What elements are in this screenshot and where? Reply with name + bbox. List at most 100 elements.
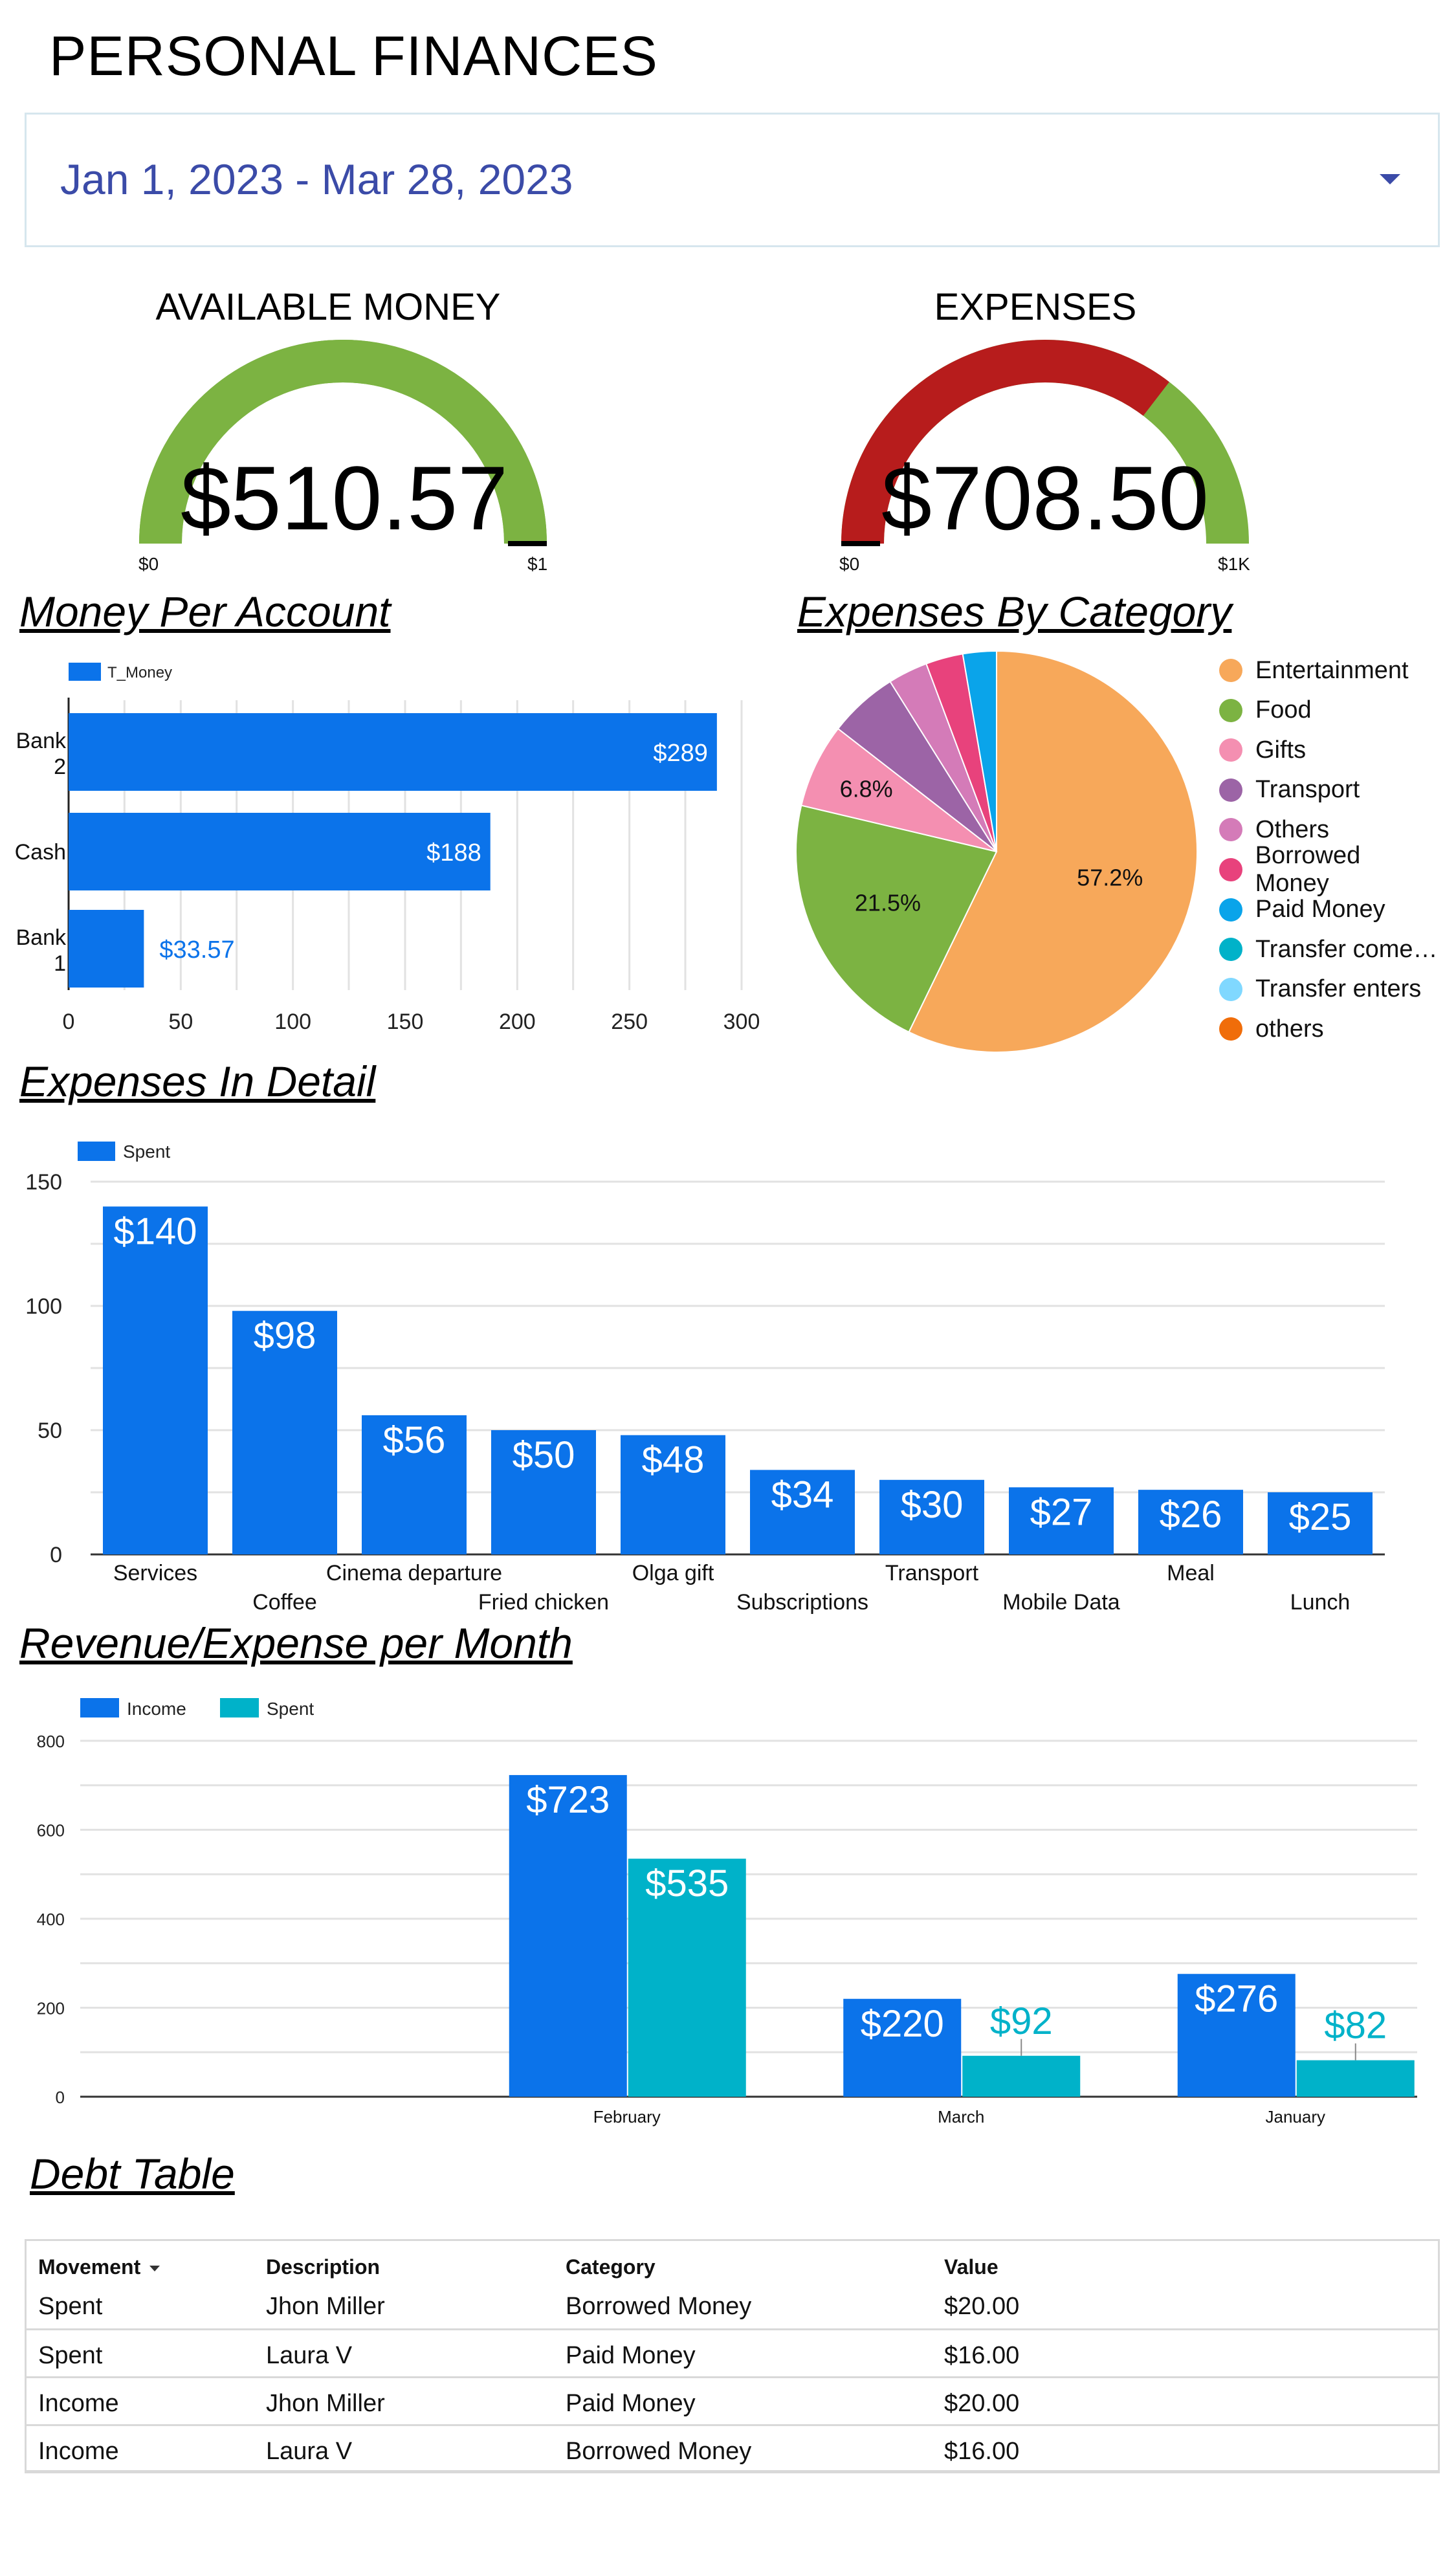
legend-label: Borrowed Money <box>1255 842 1361 897</box>
data-label: $27 <box>1030 1491 1093 1533</box>
legend-dot <box>1219 858 1242 881</box>
cell-category: Borrowed Money <box>566 2293 752 2320</box>
legend-dot <box>1219 977 1242 1001</box>
data-label: $82 <box>1324 2005 1387 2047</box>
x-tick-label: Transport <box>885 1561 979 1585</box>
category-label: Bank 2 <box>16 729 67 779</box>
expenses-by-category-title: Expenses By Category <box>797 588 1232 635</box>
cell-movement: Income <box>38 2390 119 2417</box>
expenses-max: $1K <box>1218 554 1250 574</box>
legend-swatch-spent <box>78 1142 115 1161</box>
legend-label-spent: Spent <box>267 1699 314 1719</box>
cell-value: $20.00 <box>944 2390 1020 2417</box>
cell-description: Laura V <box>266 2438 353 2465</box>
x-tick-label: 0 <box>63 1010 75 1034</box>
bar <box>69 713 717 791</box>
legend-label: Food <box>1255 696 1312 724</box>
expenses-min: $0 <box>839 554 860 574</box>
legend-item[interactable]: Paid Money <box>1219 894 1385 925</box>
cell-description: Laura V <box>266 2342 353 2369</box>
legend-item[interactable]: Transfer enters <box>1219 974 1421 1005</box>
pie-legend: Entertainment Food Gifts Transport Others Bor… <box>1219 655 1439 1043</box>
legend-item[interactable]: Gifts <box>1219 734 1306 766</box>
available-money-title: AVAILABLE MONEY <box>155 286 501 328</box>
expenses-by-category-chart: 57.2% 21.5% 6.8% <box>795 650 1198 1053</box>
cell-value: $16.00 <box>944 2438 1020 2465</box>
bar-spent <box>1296 2060 1415 2097</box>
y-tick-label: 150 <box>25 1170 62 1195</box>
dropdown-caret-icon <box>1380 174 1400 184</box>
cell-movement: Spent <box>38 2293 103 2320</box>
x-tick-label: 150 <box>387 1010 424 1034</box>
x-tick-label: Meal <box>1167 1561 1215 1585</box>
data-label: $723 <box>526 1779 610 1821</box>
legend-label: Paid Money <box>1255 896 1385 923</box>
x-tick-label: Olga gift <box>632 1561 714 1585</box>
data-label: $140 <box>113 1210 197 1252</box>
header-category[interactable]: Category <box>566 2255 656 2279</box>
x-tick-label: 300 <box>723 1010 760 1034</box>
legend-label-tmoney: T_Money <box>107 664 172 681</box>
data-label: $30 <box>901 1484 964 1526</box>
header-movement[interactable]: Movement <box>38 2255 160 2279</box>
expenses-value: $708.50 <box>881 447 1209 549</box>
legend-item[interactable]: Borrowed Money <box>1219 842 1439 897</box>
y-tick-label: 0 <box>50 1543 62 1567</box>
x-tick-label: Lunch <box>1290 1590 1351 1615</box>
x-tick-label: Fried chicken <box>478 1590 609 1615</box>
legend-item[interactable]: Transport <box>1219 775 1360 806</box>
legend-label-spent: Spent <box>123 1142 170 1162</box>
legend-dot <box>1219 898 1242 922</box>
cell-movement: Spent <box>38 2342 103 2369</box>
cell-description: Jhon Miller <box>266 2390 385 2417</box>
legend-label: Gifts <box>1255 736 1307 764</box>
cell-category: Paid Money <box>566 2390 696 2417</box>
data-label: $50 <box>513 1434 575 1476</box>
x-tick-label: Cinema departure <box>326 1561 502 1585</box>
legend-label-income: Income <box>127 1699 186 1719</box>
header-description[interactable]: Description <box>266 2255 380 2279</box>
cell-category: Paid Money <box>566 2342 696 2369</box>
legend-item[interactable]: Transfer come… <box>1219 934 1438 965</box>
debt-table-title: Debt Table <box>30 2150 235 2198</box>
legend-item[interactable]: Food <box>1219 695 1312 726</box>
legend-label: Others <box>1255 815 1330 843</box>
legend-label: Transfer enters <box>1255 975 1422 1003</box>
x-tick-label: Services <box>113 1561 197 1585</box>
date-range-selector[interactable]: Jan 1, 2023 - Mar 28, 2023 <box>25 113 1440 247</box>
x-tick-label: Subscriptions <box>736 1590 868 1615</box>
category-label: Cash <box>15 840 66 865</box>
legend-dot <box>1219 778 1242 802</box>
data-label: $289 <box>653 740 708 767</box>
legend-item[interactable]: Entertainment <box>1219 655 1409 686</box>
legend-label: others <box>1255 1015 1324 1043</box>
y-tick-label: 600 <box>37 1821 65 1840</box>
bar-spent <box>962 2055 1081 2097</box>
slice-label: 6.8% <box>840 776 893 802</box>
data-label: $220 <box>861 2003 944 2045</box>
available-money-min: $0 <box>138 554 159 574</box>
data-label: $535 <box>645 1862 729 1905</box>
x-tick-label: February <box>593 2107 661 2126</box>
y-tick-label: 800 <box>37 1732 65 1751</box>
data-label: $25 <box>1289 1496 1352 1538</box>
legend-item[interactable]: Others <box>1219 814 1329 845</box>
x-tick-label: 50 <box>168 1010 193 1034</box>
x-tick-label: 200 <box>499 1010 536 1034</box>
legend-dot <box>1219 1017 1242 1041</box>
data-label: $276 <box>1195 1978 1278 2020</box>
legend-item[interactable]: others <box>1219 1013 1324 1044</box>
table-row: Spent Laura V Paid Money $16.00 <box>27 2328 1438 2378</box>
cell-category: Borrowed Money <box>566 2438 752 2465</box>
sort-desc-icon[interactable] <box>149 2266 160 2272</box>
header-value[interactable]: Value <box>944 2255 998 2279</box>
data-label: $34 <box>771 1474 834 1516</box>
data-label: $26 <box>1160 1494 1222 1536</box>
legend-label: Transport <box>1255 776 1360 804</box>
date-range-value: Jan 1, 2023 - Mar 28, 2023 <box>60 155 573 203</box>
y-tick-label: 400 <box>37 1910 65 1929</box>
y-tick-label: 100 <box>25 1294 62 1319</box>
page-title: PERSONAL FINANCES <box>49 25 658 87</box>
x-tick-label: Coffee <box>252 1590 317 1615</box>
legend-dot <box>1219 938 1242 962</box>
